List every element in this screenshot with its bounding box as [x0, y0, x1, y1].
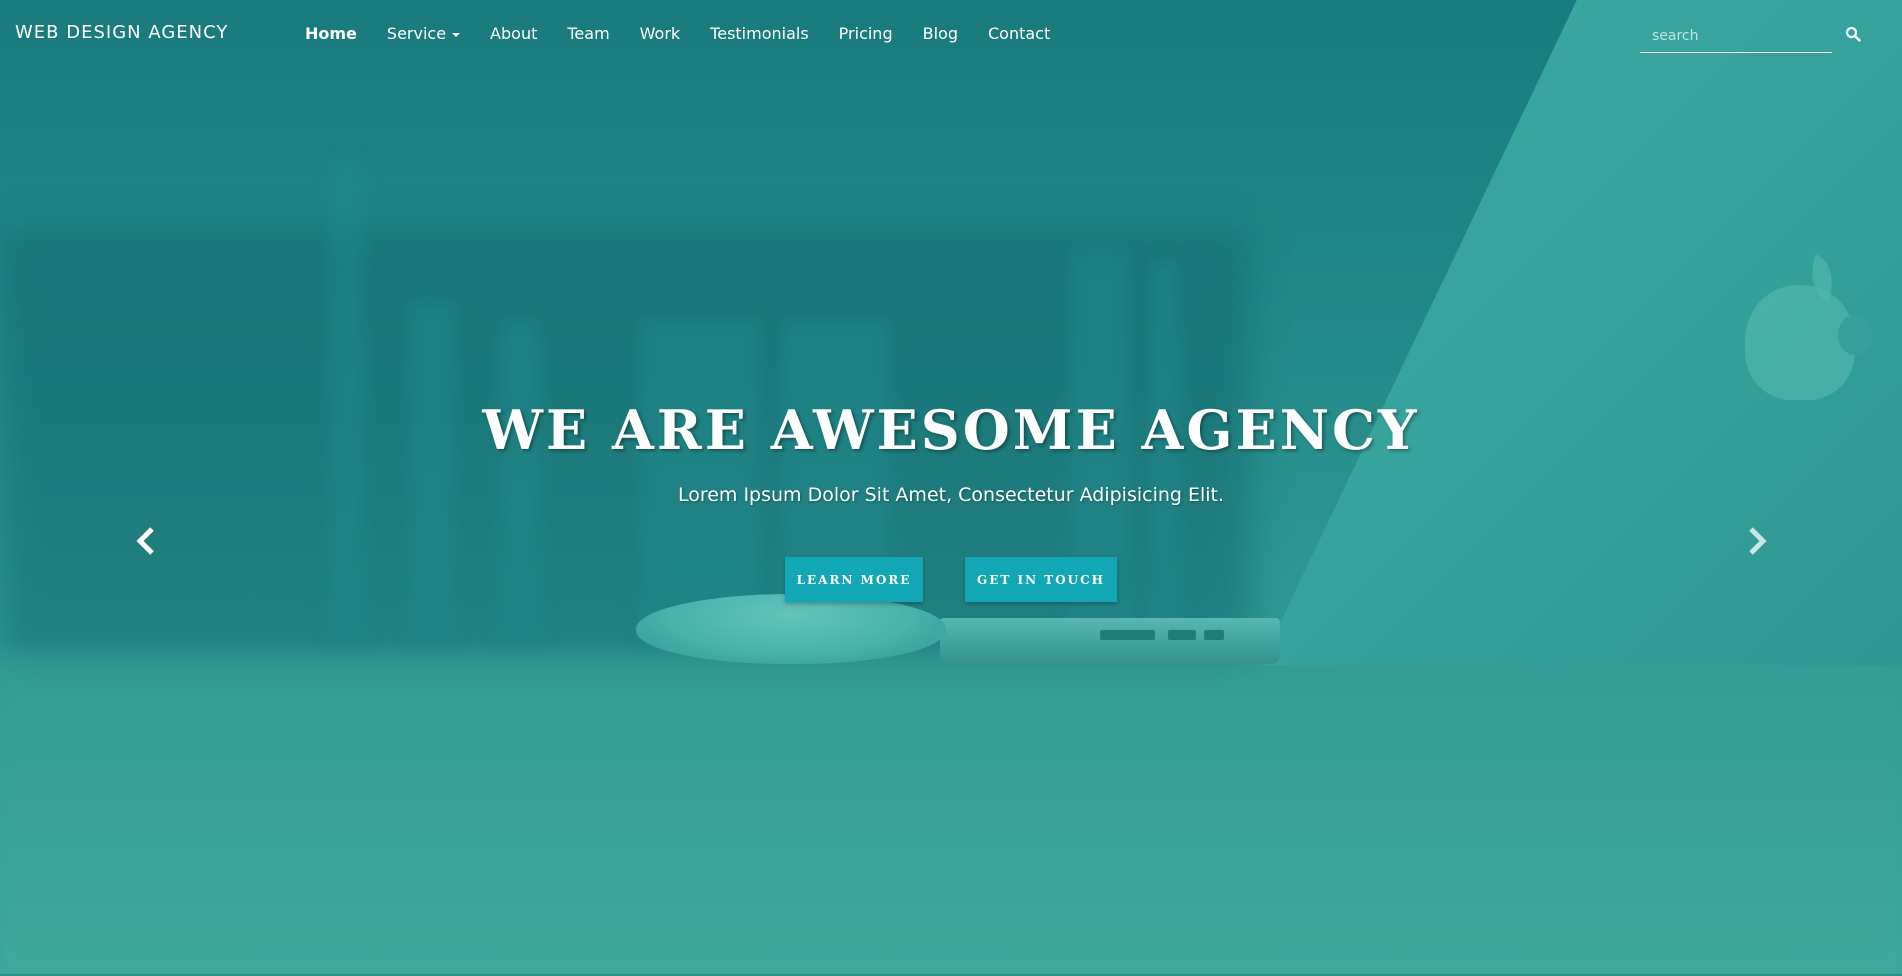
nav-item-service[interactable]: Service: [372, 24, 475, 43]
navbar: WEB DESIGN AGENCY Home Service About Tea…: [0, 0, 1902, 70]
nav-item-blog[interactable]: Blog: [908, 24, 973, 43]
nav-item-testimonials[interactable]: Testimonials: [695, 24, 824, 43]
search-input[interactable]: [1640, 20, 1844, 52]
nav-item-contact[interactable]: Contact: [973, 24, 1065, 43]
nav-item-service-label: Service: [386, 24, 447, 43]
search-icon[interactable]: [1845, 26, 1863, 44]
caret-down-icon: [452, 32, 461, 37]
get-in-touch-button[interactable]: GET IN TOUCH: [965, 557, 1117, 602]
nav-item-work[interactable]: Work: [625, 24, 696, 43]
search-box: [1640, 20, 1844, 53]
hero-title: WE ARE AWESOME AGENCY: [482, 398, 1420, 462]
hero-subtitle: Lorem Ipsum Dolor Sit Amet, Consectetur …: [677, 484, 1225, 506]
nav-item-pricing[interactable]: Pricing: [824, 24, 908, 43]
chevron-left-icon[interactable]: [133, 525, 159, 557]
chevron-right-icon[interactable]: [1744, 525, 1770, 557]
brand-logo[interactable]: WEB DESIGN AGENCY: [15, 22, 228, 43]
nav-item-team[interactable]: Team: [552, 24, 624, 43]
learn-more-button[interactable]: LEARN MORE: [785, 557, 923, 602]
nav-menu: Home Service About Team Work Testimonial…: [290, 24, 1065, 43]
nav-item-about[interactable]: About: [475, 24, 552, 43]
hero-section: WEB DESIGN AGENCY Home Service About Tea…: [0, 0, 1902, 974]
nav-item-home[interactable]: Home: [290, 24, 372, 43]
